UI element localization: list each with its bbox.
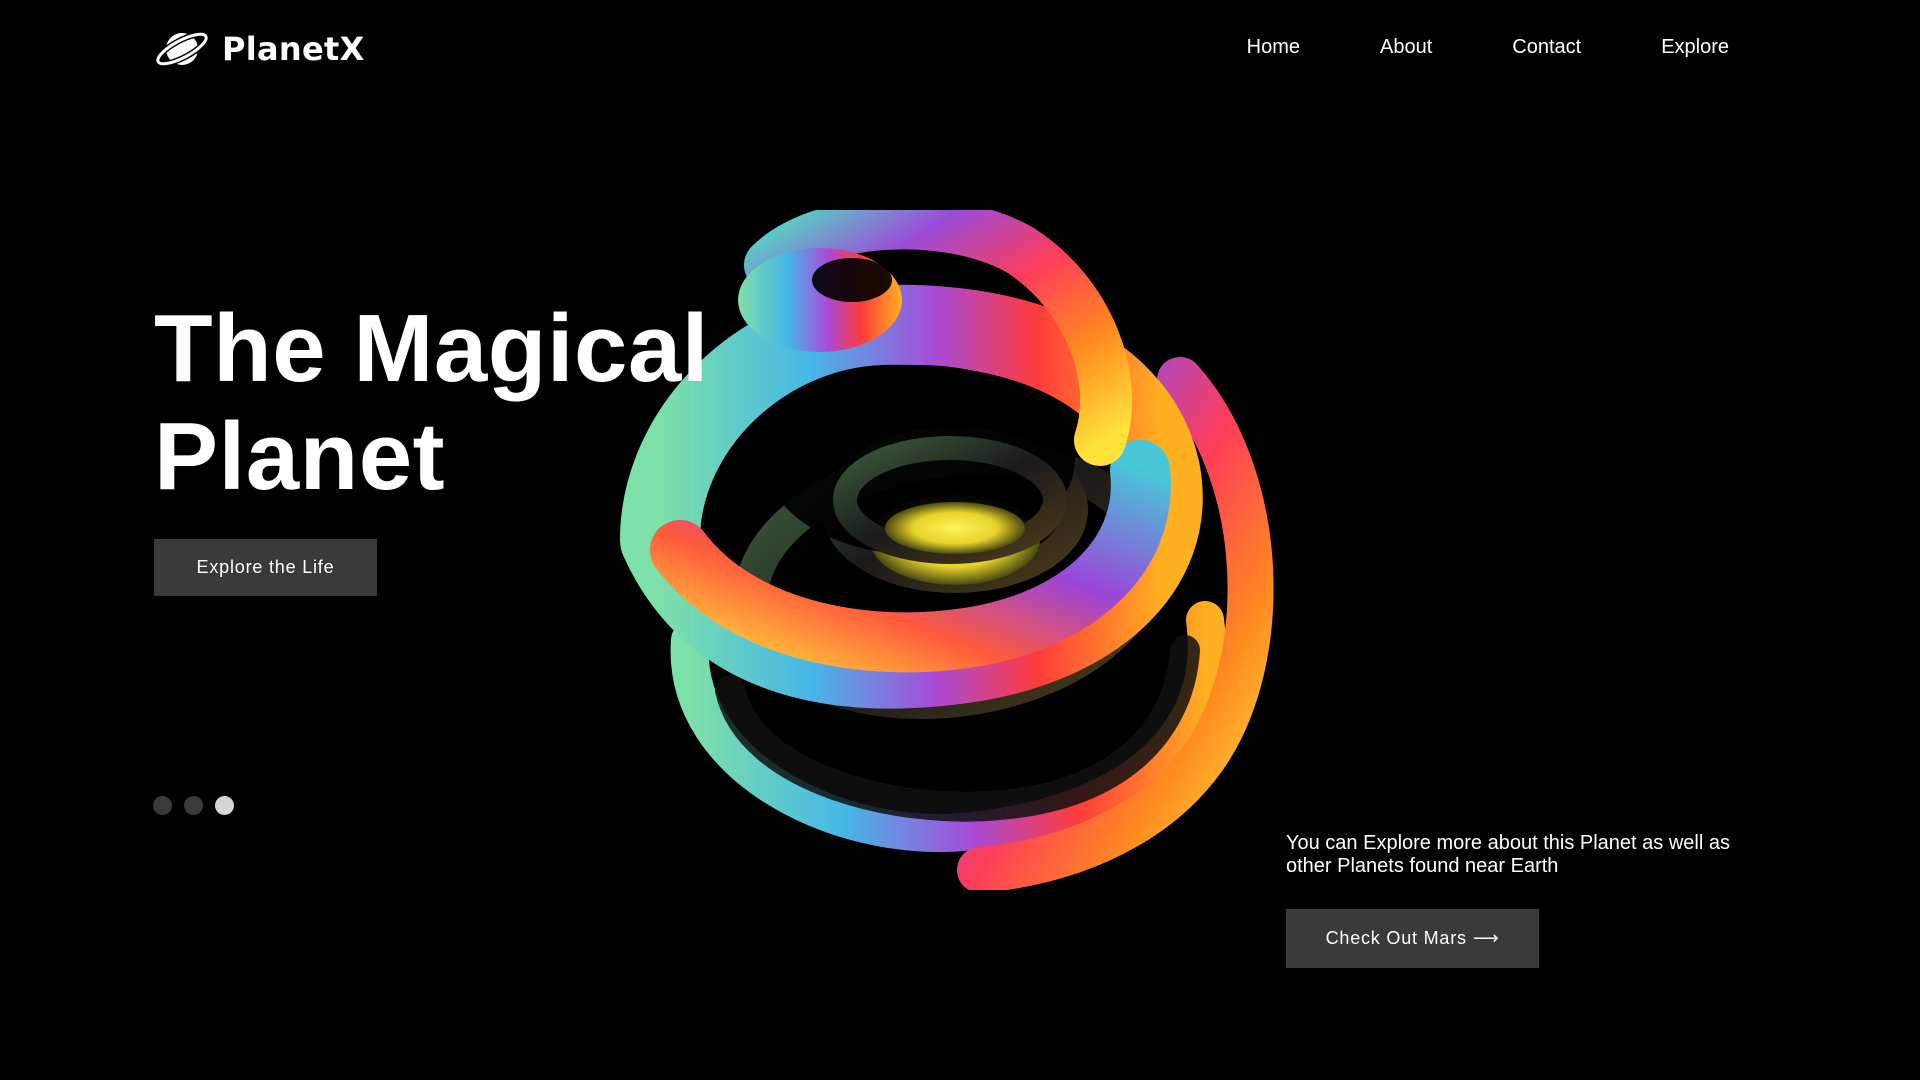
- explore-the-life-button[interactable]: Explore the Life: [154, 539, 377, 596]
- brand-name: PlanetX: [222, 30, 365, 68]
- check-out-mars-button[interactable]: Check Out Mars ⟶: [1286, 909, 1539, 968]
- check-out-mars-label: Check Out Mars: [1325, 928, 1467, 948]
- hero-title-line-2: Planet: [154, 403, 446, 510]
- main-nav: Home About Contact Explore: [1247, 36, 1729, 59]
- rainbow-swirl-planet: [620, 210, 1274, 890]
- planet-ring-icon: [154, 31, 210, 67]
- carousel-dot-2[interactable]: [184, 796, 203, 815]
- carousel-dots: [153, 796, 234, 815]
- carousel-dot-3[interactable]: [215, 796, 234, 815]
- nav-about-link[interactable]: About: [1380, 36, 1432, 59]
- hero-title: The Magical Planet: [154, 295, 709, 511]
- landing-page: PlanetX Home About Contact Explore The M…: [0, 0, 1920, 1080]
- brand-logo[interactable]: PlanetX: [154, 26, 365, 72]
- arrow-right-icon: ⟶: [1472, 928, 1500, 948]
- hero-title-line-1: The Magical: [154, 295, 709, 402]
- nav-explore-link[interactable]: Explore: [1661, 36, 1729, 59]
- nav-contact-link[interactable]: Contact: [1512, 36, 1581, 59]
- info-text: You can Explore more about this Planet a…: [1286, 832, 1730, 877]
- nav-home-link[interactable]: Home: [1247, 36, 1300, 59]
- carousel-dot-1[interactable]: [153, 796, 172, 815]
